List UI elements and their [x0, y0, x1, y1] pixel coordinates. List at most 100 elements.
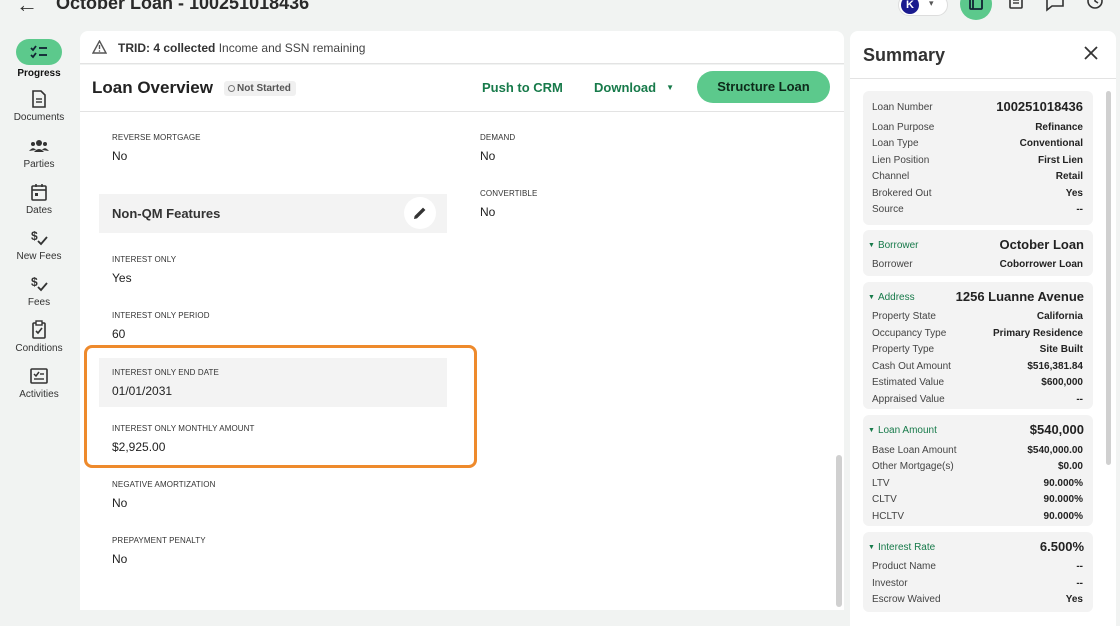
field-value: No	[112, 149, 128, 163]
interest-rate-toggle[interactable]: ▼ Interest Rate 6.500%	[868, 539, 1084, 554]
summary-row: HCLTV 90.000%	[872, 511, 1083, 522]
calendar-icon	[29, 182, 49, 202]
summary-row: Base Loan Amount $540,000.00	[872, 445, 1083, 456]
field-value: No	[112, 552, 128, 566]
summary-row: LTV 90.000%	[872, 478, 1083, 489]
structure-loan-button[interactable]: Structure Loan	[697, 71, 830, 103]
history-icon[interactable]	[1082, 0, 1108, 19]
summary-row: Estimated Value $600,000	[872, 377, 1083, 388]
people-icon	[29, 136, 49, 156]
field-label: INTEREST ONLY PERIOD	[112, 311, 210, 320]
top-bar: ← October Loan - 100251018436 K ▾	[0, 0, 1120, 28]
back-arrow-icon[interactable]: ←	[16, 0, 38, 18]
summary-title: Summary	[863, 45, 946, 65]
trid-banner: TRID: 4 collected Income and SSN remaini…	[80, 31, 844, 64]
summary-row: Loan Purpose Refinance	[872, 122, 1083, 133]
rail-item-label: New Fees	[16, 251, 62, 262]
rail-item-dates[interactable]: Dates	[0, 182, 78, 216]
summary-row: Channel Retail	[872, 171, 1083, 182]
borrower-card: ▼ Borrower October Loan Borrower Coborrower…	[863, 230, 1093, 276]
rail-item-progress[interactable]: Progress	[0, 39, 78, 79]
field-label: INTEREST ONLY	[112, 255, 177, 264]
rail-item-fees[interactable]: $ Fees	[0, 274, 78, 308]
rail-item-label: Parties	[23, 159, 55, 170]
summary-row: Loan Number 100251018436	[872, 99, 1083, 114]
field-value: 60	[112, 327, 126, 341]
avatar: K	[901, 0, 919, 14]
summary-row: Property Type Site Built	[872, 344, 1083, 355]
borrower-toggle[interactable]: ▼ Borrower October Loan	[868, 237, 1084, 252]
receipt-icon[interactable]	[1003, 0, 1029, 19]
caret-icon: ▼	[868, 427, 875, 434]
field-value: No	[112, 496, 128, 510]
summary-row: Occupancy Type Primary Residence	[872, 328, 1083, 339]
account-menu[interactable]: K ▾	[898, 0, 948, 16]
field-value: Yes	[112, 271, 132, 285]
summary-row: Product Name --	[872, 561, 1083, 572]
close-icon[interactable]	[1083, 45, 1099, 61]
field-label: PREPAYMENT PENALTY	[112, 536, 206, 545]
loan-amount-toggle[interactable]: ▼ Loan Amount $540,000	[868, 422, 1084, 437]
clipboard-check-icon	[29, 320, 49, 340]
summary-row: Escrow Waived Yes	[872, 594, 1083, 605]
dollar-check-icon: $	[29, 274, 49, 294]
download-button[interactable]: Download ▼	[594, 80, 674, 95]
summary-row: Brokered Out Yes	[872, 188, 1083, 199]
status-badge: Not Started	[224, 81, 296, 96]
main-scrollbar[interactable]	[836, 455, 842, 607]
pencil-icon	[414, 207, 426, 219]
warning-icon	[92, 40, 107, 54]
field-label: NEGATIVE AMORTIZATION	[112, 480, 216, 489]
summary-scrollbar[interactable]	[1106, 91, 1111, 465]
summary-row: Borrower Coborrower Loan	[872, 259, 1083, 270]
chevron-down-icon: ▾	[929, 0, 934, 8]
trid-status: TRID: 4 collected Income and SSN remaini…	[118, 41, 366, 55]
field-value: No	[480, 205, 496, 219]
rail-item-label: Conditions	[15, 343, 63, 354]
loan-amount-card: ▼ Loan Amount $540,000 Base Loan Amount $54…	[863, 415, 1093, 526]
svg-text:$: $	[31, 229, 38, 243]
section-heading: Loan Overview	[92, 78, 213, 97]
summary-row: Loan Type Conventional	[872, 138, 1083, 149]
dollar-check-icon: $	[29, 228, 49, 248]
divider	[850, 78, 1116, 79]
status-dot-icon	[228, 85, 235, 92]
loan-overview-panel: Loan Overview Not Started Push to CRM Do…	[80, 65, 844, 610]
caret-icon: ▼	[868, 242, 875, 249]
rail-item-label: Dates	[25, 205, 53, 216]
field-label: REVERSE MORTGAGE	[112, 133, 201, 142]
address-toggle[interactable]: ▼ Address 1256 Luanne Avenue	[868, 289, 1084, 304]
caret-icon: ▼	[868, 544, 875, 551]
summary-row: Source --	[872, 204, 1083, 215]
interest-rate-card: ▼ Interest Rate 6.500% Product Name -- Inve…	[863, 532, 1093, 612]
summary-row: Appraised Value --	[872, 394, 1083, 405]
summary-row: Cash Out Amount $516,381.84	[872, 361, 1083, 372]
push-to-crm-button[interactable]: Push to CRM	[482, 80, 563, 95]
summary-panel: Summary Loan Number 100251018436 Loan Pur…	[850, 31, 1116, 626]
edit-button[interactable]	[404, 197, 436, 229]
field-label: DEMAND	[480, 133, 516, 142]
rail-item-documents[interactable]: Documents	[0, 89, 78, 123]
activity-list-icon	[29, 366, 49, 386]
address-card: ▼ Address 1256 Luanne Avenue Property Stat…	[863, 282, 1093, 409]
rail-item-activities[interactable]: Activities	[0, 366, 78, 400]
summary-row: Other Mortgage(s) $0.00	[872, 461, 1083, 472]
section-title: Non-QM Features	[112, 206, 221, 221]
non-qm-section-header: Non-QM Features	[99, 194, 447, 233]
annotation-highlight-box	[84, 345, 477, 468]
loan-book-icon[interactable]	[960, 0, 992, 20]
rail-item-conditions[interactable]: Conditions	[0, 320, 78, 354]
rail-item-parties[interactable]: Parties	[0, 136, 78, 170]
loan-summary-card: Loan Number 100251018436 Loan Purpose Refi…	[863, 91, 1093, 225]
document-icon	[29, 89, 49, 109]
chat-icon[interactable]	[1042, 0, 1068, 19]
rail-item-label: Fees	[27, 297, 51, 308]
chevron-down-icon: ▼	[666, 83, 675, 92]
rail-item-label: Progress	[17, 68, 61, 79]
summary-row: Investor --	[872, 578, 1083, 589]
checklist-icon	[16, 39, 62, 65]
summary-row: Property State California	[872, 311, 1083, 322]
rail-item-new-fees[interactable]: $ New Fees	[0, 228, 78, 262]
left-nav-rail: Progress Documents Parties Dates $ New F…	[0, 30, 76, 626]
caret-icon: ▼	[868, 294, 875, 301]
